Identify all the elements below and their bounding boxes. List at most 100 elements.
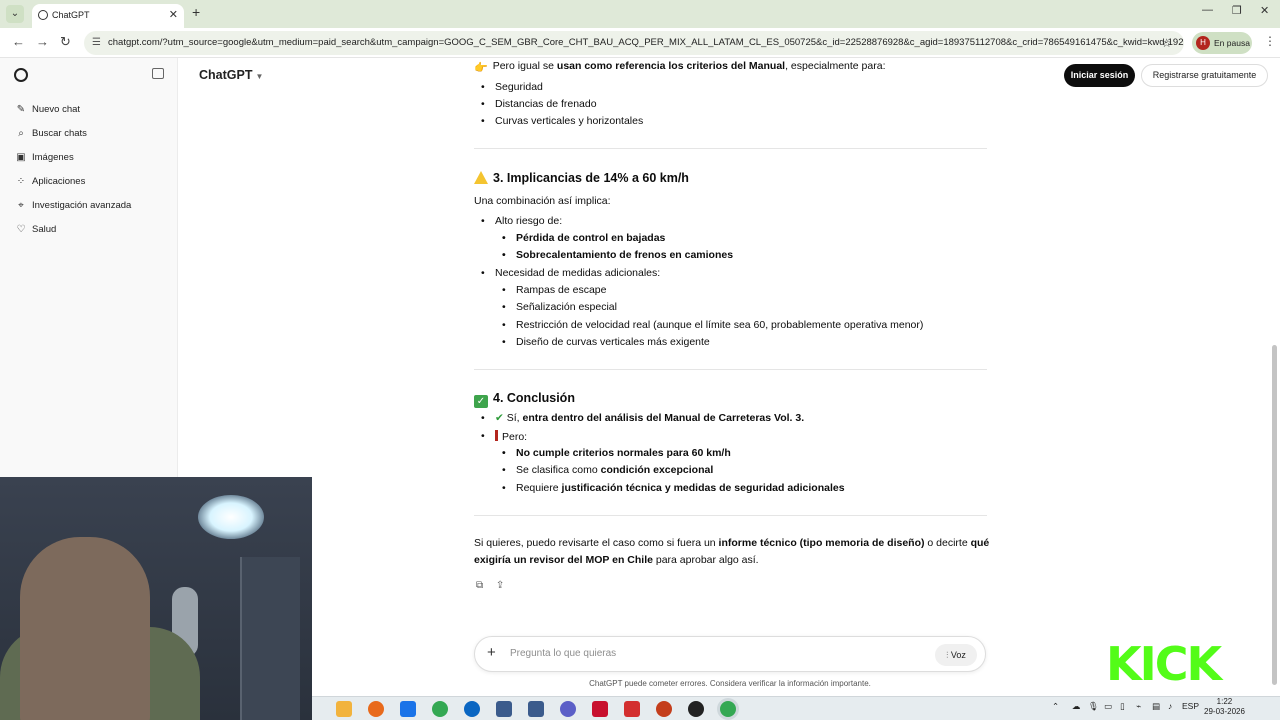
heading-text: 4. Conclusión (493, 391, 575, 405)
section-heading: ✓ 4. Conclusión (474, 391, 575, 408)
sidebar-item-new-chat[interactable]: ✎ Nuevo chat (14, 100, 80, 120)
app-icon[interactable] (496, 701, 512, 717)
obs-icon[interactable] (688, 701, 704, 717)
webcam-shelf (240, 557, 300, 720)
autocad-icon[interactable] (592, 701, 608, 717)
voice-button[interactable]: ⫶ Voz (935, 644, 977, 666)
list-item: Distancias de frenado (481, 98, 597, 110)
disclaimer-text: ChatGPT puede cometer errores. Considera… (589, 679, 871, 688)
text: o decirte (924, 537, 971, 549)
search-icon: ⌕ (18, 128, 24, 139)
mic-icon[interactable]: 🎙 (1088, 701, 1099, 712)
text: Requiere (516, 482, 562, 494)
copy-icon[interactable]: ⧉ (476, 580, 483, 591)
sidebar-item-label: Aplicaciones (32, 176, 86, 187)
firefox-icon[interactable] (368, 701, 384, 717)
bookmark-star-icon[interactable]: ☆ (1161, 31, 1172, 55)
warning-icon (474, 171, 488, 184)
edit-icon: ✎ (16, 104, 26, 115)
app-icon[interactable] (528, 701, 544, 717)
sidebar-item-images[interactable]: ▣ Imágenes (14, 148, 74, 168)
text: Pero: (502, 431, 528, 443)
model-selector[interactable]: ChatGPT ▼ (199, 68, 263, 82)
intro-paragraph: 👉 Pero igual se usan como referencia los … (474, 60, 886, 74)
forward-arrow-icon[interactable]: → (36, 34, 49, 49)
list-item: Seguridad (481, 81, 543, 93)
voice-label: Voz (950, 650, 966, 660)
reload-icon[interactable]: ↻ (60, 34, 71, 50)
paragraph: Una combinación así implica: (474, 195, 611, 207)
sidebar-item-label: Imágenes (32, 152, 74, 163)
cloud-icon[interactable]: ☁ (1072, 701, 1081, 712)
new-tab-button[interactable]: + (192, 4, 200, 20)
list-item: Sobrecalentamiento de frenos en camiones (502, 249, 733, 261)
list-item: Requiere justificación técnica y medidas… (502, 482, 845, 494)
list-item: Restricción de velocidad real (aunque el… (502, 319, 923, 331)
signup-button[interactable]: Registrarse gratuitamente (1141, 64, 1268, 87)
openai-logo-icon[interactable] (14, 68, 28, 82)
display-icon[interactable]: ▭ (1104, 701, 1112, 712)
close-window-button[interactable]: ✕ (1260, 4, 1269, 17)
list-item: Necesidad de medidas adicionales: (481, 267, 660, 279)
streamer-face (20, 537, 150, 720)
list-item: Señalización especial (502, 301, 617, 313)
language-indicator[interactable]: ESP (1182, 701, 1199, 711)
minimize-button[interactable]: — (1202, 4, 1213, 16)
sidebar-item-deep-research[interactable]: ⌖ Investigación avanzada (14, 196, 131, 216)
battery-icon[interactable]: ▯ (1120, 701, 1125, 712)
url-bar[interactable]: ☰ chatgpt.com/?utm_source=google&utm_med… (84, 31, 1184, 55)
profile-button[interactable]: H En pausa (1192, 32, 1252, 54)
text-bold: exigiría un revisor del MOP en Chile (474, 554, 653, 566)
message-actions: ⧉ ⇪ (476, 580, 504, 591)
network-icon[interactable]: ▤ (1152, 701, 1160, 712)
chrome-icon[interactable] (432, 701, 448, 717)
attach-plus-icon[interactable]: + (487, 644, 496, 661)
ring-light (198, 495, 264, 539)
edge-icon[interactable] (464, 701, 480, 717)
file-explorer-icon[interactable] (336, 701, 352, 717)
text: Si quieres, puedo revisarte el caso como… (474, 537, 719, 549)
scrollbar[interactable] (1272, 345, 1277, 685)
prompt-composer[interactable]: + Pregunta lo que quieras ⫶ Voz (474, 636, 986, 672)
sidebar-item-search-chats[interactable]: ⌕ Buscar chats (14, 124, 87, 144)
chrome-active-icon[interactable] (720, 701, 736, 717)
share-icon[interactable]: ⇪ (496, 580, 504, 591)
tab-search-button[interactable]: ⌄ (6, 5, 24, 23)
tray-chevron-icon[interactable]: ⌃ (1052, 701, 1059, 712)
heading-text: 3. Implicancias de 14% a 60 km/h (493, 171, 689, 185)
maximize-button[interactable]: ❐ (1232, 4, 1242, 17)
text: para aprobar algo así. (652, 554, 759, 566)
chevron-down-icon: ▼ (255, 72, 264, 81)
volume-icon[interactable]: ♪ (1168, 701, 1172, 711)
profile-status: En pausa (1214, 38, 1250, 48)
tab-close-icon[interactable]: ✕ (169, 4, 178, 26)
address-toolbar: ← → ↻ ☰ chatgpt.com/?utm_source=google&u… (0, 28, 1280, 58)
powerpoint-icon[interactable] (656, 701, 672, 717)
profile-avatar: H (1196, 36, 1210, 50)
text: Se clasifica como (516, 464, 601, 476)
sidebar-item-apps[interactable]: ⁘ Aplicaciones (14, 172, 86, 192)
prompt-input[interactable]: Pregunta lo que quieras (510, 648, 616, 659)
login-button[interactable]: Iniciar sesión (1064, 64, 1135, 87)
sidebar-toggle-icon[interactable] (152, 68, 164, 79)
text-bold: justificación técnica y medidas de segur… (561, 482, 845, 494)
site-info-icon[interactable]: ☰ (92, 31, 101, 55)
windows-taskbar: ⌃ ☁ 🎙 ▭ ▯ ⌁ ▤ ♪ ESP (312, 696, 1280, 720)
acrobat-icon[interactable] (624, 701, 640, 717)
text-bold: usan como referencia los criterios del M… (556, 60, 786, 72)
browser-menu-icon[interactable]: ⋮ (1264, 34, 1276, 48)
browser-tabstrip: ⌄ ChatGPT ✕ + — ❐ ✕ (0, 0, 1280, 28)
system-clock[interactable]: 1:22 29-03-2026 (1204, 697, 1245, 717)
sidebar-item-health[interactable]: ♡ Salud (14, 220, 57, 240)
tab-chatgpt[interactable]: ChatGPT ✕ (32, 4, 184, 28)
list-item: Se clasifica como condición excepcional (502, 464, 713, 476)
text-bold: informe técnico (tipo memoria de diseño) (718, 537, 925, 549)
outro-paragraph-line2: exigiría un revisor del MOP en Chile par… (474, 554, 759, 566)
discord-icon[interactable] (560, 701, 576, 717)
list-item: Diseño de curvas verticales más exigente (502, 336, 710, 348)
list-item: Pérdida de control en bajadas (502, 232, 665, 244)
list-item: Pero: (481, 430, 528, 443)
mail-icon[interactable] (400, 701, 416, 717)
back-arrow-icon[interactable]: ← (12, 34, 25, 49)
usb-icon[interactable]: ⌁ (1136, 701, 1141, 712)
